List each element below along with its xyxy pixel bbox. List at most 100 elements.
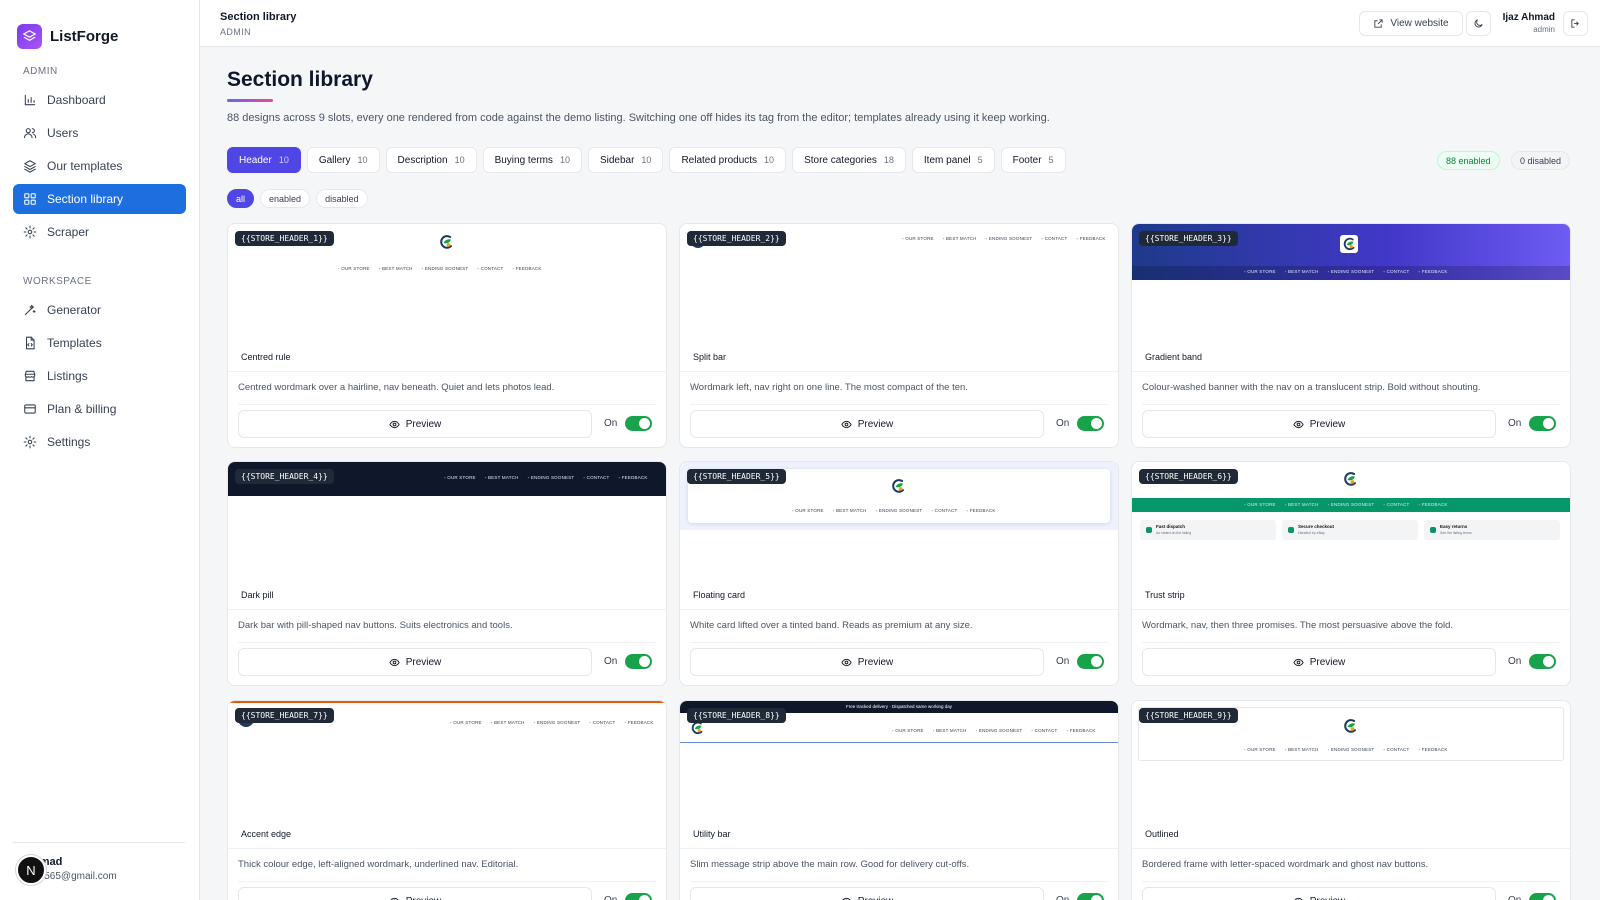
toggle-label: On bbox=[1508, 656, 1522, 667]
mini-nav-item: CONTACT bbox=[589, 720, 616, 725]
section-preview[interactable]: Free tracked delivery · Dispatched same … bbox=[680, 701, 1118, 849]
section-card: OUR STORE BEST MATCH ENDING SOONEST CONTACT… bbox=[227, 700, 667, 900]
sidebar-item-label: Section library bbox=[47, 192, 124, 206]
preview-label: Preview bbox=[1309, 656, 1346, 668]
section-preview[interactable]: OUR STORE BEST MATCH ENDING SOONEST CONTACT… bbox=[228, 462, 666, 610]
tab-description[interactable]: Description 10 bbox=[385, 147, 477, 173]
preview-button[interactable]: Preview bbox=[1142, 648, 1496, 676]
preview-button[interactable]: Preview bbox=[690, 887, 1044, 900]
section-tag: {{STORE_HEADER_8}} bbox=[687, 708, 786, 723]
sidebar-item-generator[interactable]: Generator bbox=[13, 295, 186, 325]
trust-item-sub: Handled by eBay bbox=[1298, 531, 1325, 535]
mini-nav-item: ENDING SOONEST bbox=[1328, 502, 1375, 507]
toggle-label: On bbox=[1508, 895, 1521, 900]
tab-item-panel[interactable]: Item panel 5 bbox=[911, 147, 995, 173]
enable-toggle[interactable] bbox=[1077, 416, 1104, 431]
section-preview[interactable]: OUR STORE BEST MATCH ENDING SOONEST CONTACT… bbox=[1132, 462, 1570, 610]
mini-nav-item: BEST MATCH bbox=[833, 508, 867, 513]
card-divider bbox=[1142, 404, 1560, 405]
sidebar-item-listings[interactable]: Listings bbox=[13, 361, 186, 391]
enable-toggle[interactable] bbox=[1529, 416, 1556, 431]
view-website-button[interactable]: View website bbox=[1359, 11, 1463, 36]
section-preview[interactable]: OUR STORE BEST MATCH ENDING SOONEST CONTACT… bbox=[228, 224, 666, 372]
preview-button[interactable]: Preview bbox=[1142, 410, 1496, 438]
tab-label: Header bbox=[239, 154, 272, 166]
eye-icon bbox=[1293, 420, 1304, 428]
preview-button[interactable]: Preview bbox=[238, 410, 592, 438]
section-preview[interactable]: OUR STORE BEST MATCH ENDING SOONEST CONTACT… bbox=[680, 224, 1118, 372]
section-name: Accent edge bbox=[241, 829, 292, 839]
sidebar-user[interactable]: N hmad shan4565@gmail.com bbox=[13, 842, 185, 885]
section-card: OUR STORE BEST MATCH ENDING SOONEST CONTACT… bbox=[227, 223, 667, 448]
enable-toggle[interactable] bbox=[625, 654, 652, 669]
section-name: Outlined bbox=[1145, 829, 1179, 839]
preview-button[interactable]: Preview bbox=[238, 887, 592, 900]
section-preview[interactable]: OUR STORE BEST MATCH ENDING SOONEST CONTACT… bbox=[680, 462, 1118, 610]
filter-disabled[interactable]: disabled bbox=[316, 189, 368, 208]
mini-nav-item: ENDING SOONEST bbox=[422, 266, 469, 271]
eye-icon bbox=[389, 658, 400, 666]
topbar-user-name: Ijaz Ahmad bbox=[1502, 12, 1555, 23]
sidebar-item-templates[interactable]: Templates bbox=[13, 328, 186, 358]
logout-button[interactable] bbox=[1563, 11, 1588, 36]
section-card: OUR STORE BEST MATCH ENDING SOONEST CONTACT… bbox=[1131, 223, 1571, 448]
enable-toggle[interactable] bbox=[1529, 893, 1556, 900]
sidebar-item-plan-billing[interactable]: Plan & billing bbox=[13, 394, 186, 424]
sidebar-item-dashboard[interactable]: Dashboard bbox=[13, 85, 186, 115]
tab-count: 10 bbox=[278, 155, 289, 165]
brand[interactable]: ListForge bbox=[0, 0, 199, 56]
disabled-count-badge: 0 disabled bbox=[1511, 151, 1571, 170]
sidebar-nav: ADMIN Dashboard Users Our templates Section … bbox=[0, 66, 199, 457]
sidebar-item-users[interactable]: Users bbox=[13, 118, 186, 148]
theme-toggle-button[interactable] bbox=[1466, 11, 1491, 36]
filter-enabled[interactable]: enabled bbox=[260, 189, 311, 208]
tab-buying-terms[interactable]: Buying terms 10 bbox=[482, 147, 582, 173]
section-card: Free tracked delivery · Dispatched same … bbox=[679, 700, 1119, 900]
section-preview[interactable]: OUR STORE BEST MATCH ENDING SOONEST CONTACT… bbox=[1132, 701, 1570, 849]
mini-nav-item: CONTACT bbox=[1383, 502, 1410, 507]
tab-count: 10 bbox=[641, 155, 652, 165]
preview-button[interactable]: Preview bbox=[238, 648, 592, 676]
trust-item-sub: See the listing terms bbox=[1440, 531, 1472, 535]
card-divider bbox=[238, 881, 656, 882]
toggle-label: On bbox=[604, 418, 618, 429]
trust-item-sub: As stated on the listing bbox=[1156, 531, 1192, 535]
sidebar-item-scraper[interactable]: Scraper bbox=[13, 217, 186, 247]
section-description: Centred wordmark over a hairline, nav be… bbox=[238, 382, 555, 393]
section-description: Colour-washed banner with the nav on a t… bbox=[1142, 382, 1481, 393]
mini-nav-item: BEST MATCH bbox=[379, 266, 413, 271]
filter-all[interactable]: all bbox=[227, 189, 255, 208]
enable-toggle[interactable] bbox=[1077, 893, 1104, 900]
store-logo-icon bbox=[440, 235, 452, 249]
mini-nav: OUR STORE BEST MATCH ENDING SOONEST CONTACT… bbox=[338, 266, 542, 271]
tab-gallery[interactable]: Gallery 10 bbox=[306, 147, 380, 173]
enable-toggle[interactable] bbox=[625, 893, 652, 900]
tab-store-categories[interactable]: Store categories 18 bbox=[792, 147, 906, 173]
moon-icon bbox=[1474, 19, 1483, 28]
section-description: Dark bar with pill-shaped nav buttons. S… bbox=[238, 620, 513, 631]
enable-toggle[interactable] bbox=[1529, 654, 1556, 669]
enable-toggle[interactable] bbox=[625, 416, 652, 431]
preview-button[interactable]: Preview bbox=[690, 410, 1044, 438]
section-preview[interactable]: OUR STORE BEST MATCH ENDING SOONEST CONTACT… bbox=[228, 701, 666, 849]
eye-icon bbox=[389, 897, 399, 900]
sidebar-item-our-templates[interactable]: Our templates bbox=[13, 151, 186, 181]
mini-nav-item: BEST MATCH bbox=[1285, 747, 1319, 752]
section-preview[interactable]: OUR STORE BEST MATCH ENDING SOONEST CONTACT… bbox=[1132, 224, 1570, 372]
tab-count: 5 bbox=[977, 155, 983, 165]
topbar-user: Ijaz Ahmad admin bbox=[1495, 12, 1555, 34]
section-name: Gradient band bbox=[1145, 352, 1203, 362]
mini-nav-item: CONTACT bbox=[931, 508, 958, 513]
tab-sidebar[interactable]: Sidebar 10 bbox=[587, 147, 664, 173]
preview-button[interactable]: Preview bbox=[690, 648, 1044, 676]
tab-header[interactable]: Header 10 bbox=[227, 147, 301, 173]
sidebar-item-settings[interactable]: Settings bbox=[13, 427, 186, 457]
tab-footer[interactable]: Footer 5 bbox=[1000, 147, 1066, 173]
avatar[interactable]: N bbox=[16, 855, 46, 885]
preview-button[interactable]: Preview bbox=[1142, 887, 1496, 900]
mini-nav-item: OUR STORE bbox=[450, 720, 482, 725]
sidebar-item-section-library[interactable]: Section library bbox=[13, 184, 186, 214]
card-divider bbox=[1142, 642, 1560, 643]
tab-related-products[interactable]: Related products 10 bbox=[669, 147, 787, 173]
enable-toggle[interactable] bbox=[1077, 654, 1104, 669]
